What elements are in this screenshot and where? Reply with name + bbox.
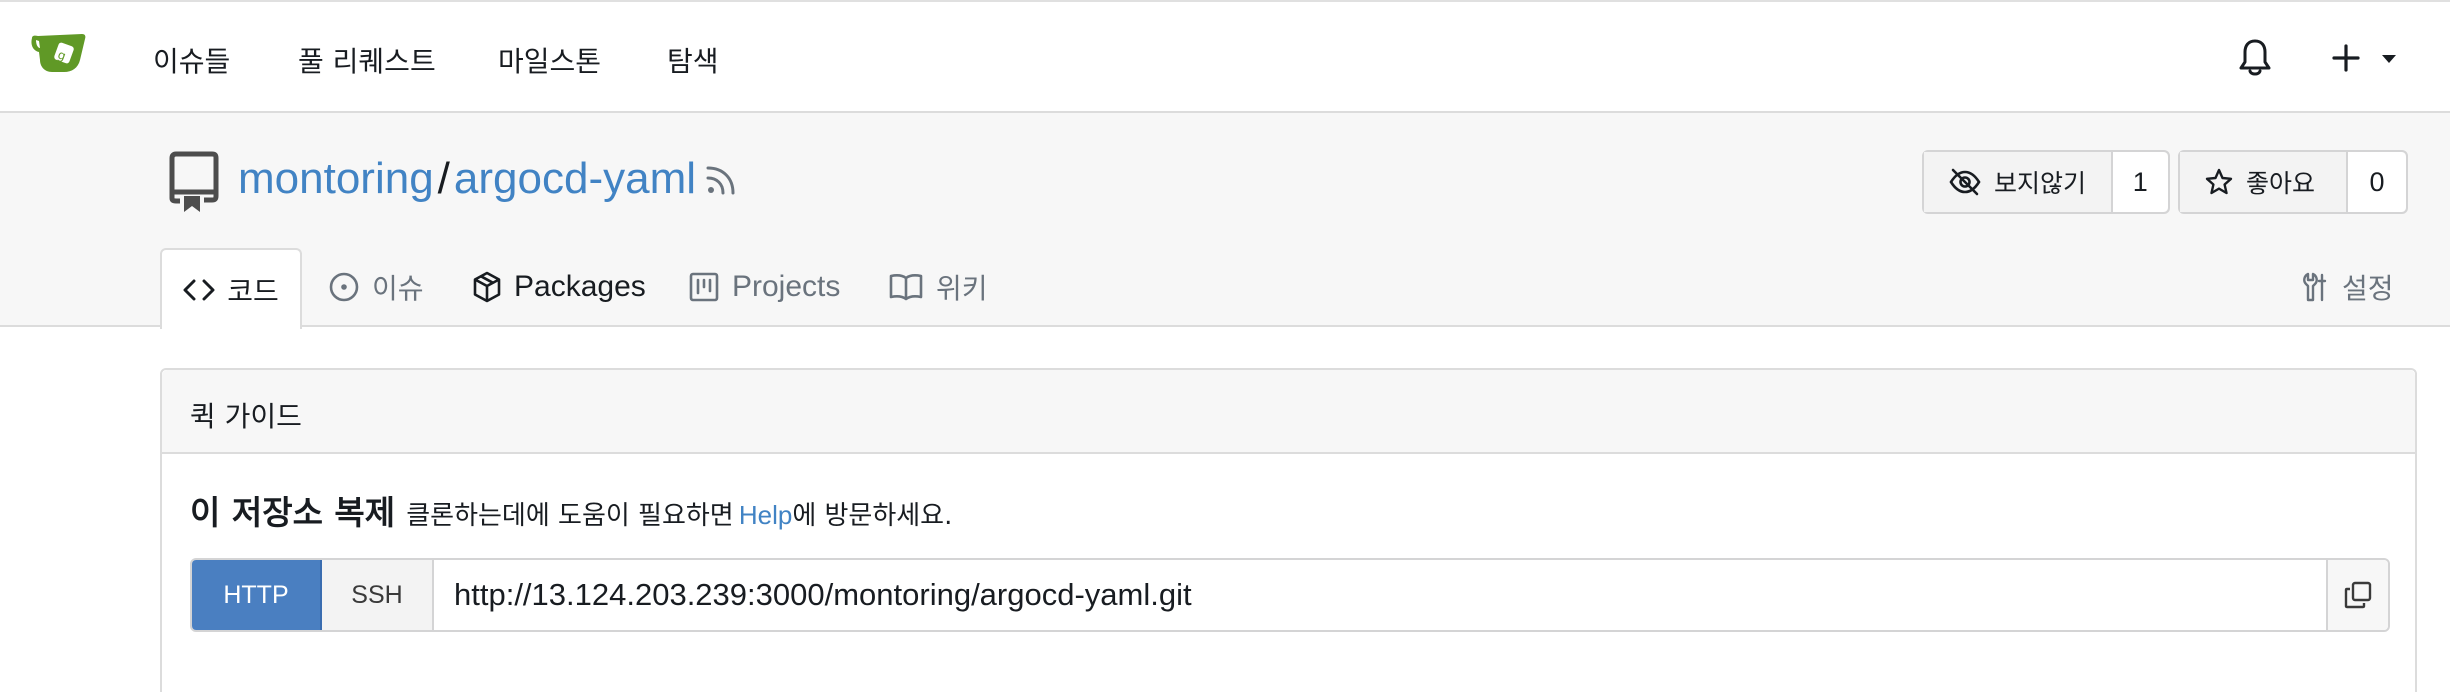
plus-icon bbox=[2332, 44, 2360, 72]
http-protocol-button[interactable]: HTTP bbox=[192, 560, 322, 630]
create-menu-button[interactable] bbox=[2330, 38, 2404, 78]
repo-owner-link[interactable]: montoring bbox=[238, 154, 434, 203]
star-button[interactable]: 좋아요 bbox=[2180, 152, 2348, 212]
clone-description-suffix: 에 방문하세요. bbox=[792, 501, 953, 531]
top-navbar: g 이슈들 풀 리퀘스트 마일스톤 탐색 bbox=[0, 0, 2450, 113]
nav-pull-requests-link[interactable]: 풀 리퀘스트 bbox=[298, 40, 436, 80]
clone-url-box: HTTP SSH http://13.124.203.239:3000/mont… bbox=[190, 558, 2390, 632]
clone-title: 이 저장소 복제 bbox=[190, 493, 396, 532]
tab-packages[interactable]: Packages bbox=[472, 247, 646, 327]
gitea-logo-icon[interactable]: g bbox=[30, 30, 92, 78]
star-button-group: 좋아요 0 bbox=[2178, 150, 2408, 214]
tab-wiki-label: 위키 bbox=[936, 272, 988, 305]
tools-icon bbox=[2303, 272, 2327, 302]
clone-url-input[interactable]: http://13.124.203.239:3000/montoring/arg… bbox=[434, 560, 2326, 630]
bell-icon[interactable] bbox=[2238, 38, 2272, 78]
rss-feed-icon[interactable] bbox=[704, 163, 736, 197]
nav-issues-link[interactable]: 이슈들 bbox=[153, 40, 230, 80]
unwatch-button[interactable]: 보지않기 bbox=[1924, 152, 2113, 212]
book-icon bbox=[889, 274, 923, 301]
tab-projects[interactable]: Projects bbox=[688, 247, 840, 327]
quick-guide-header: 퀵 가이드 bbox=[162, 370, 2415, 454]
tab-issues[interactable]: 이슈 bbox=[328, 247, 424, 327]
eye-slash-icon bbox=[1949, 168, 1981, 196]
help-link[interactable]: Help bbox=[739, 500, 792, 530]
issue-opened-icon bbox=[329, 272, 359, 302]
nav-explore-link[interactable]: 탐색 bbox=[667, 40, 719, 80]
star-icon bbox=[2205, 168, 2233, 195]
repo-title-separator: / bbox=[437, 154, 450, 203]
tab-settings-label: 설정 bbox=[2342, 272, 2394, 305]
copy-icon bbox=[2344, 581, 2372, 609]
clone-description: 클론하는데에 도움이 필요하면 bbox=[406, 501, 734, 531]
repo-name-link[interactable]: argocd-yaml bbox=[454, 154, 696, 203]
star-label: 좋아요 bbox=[2246, 169, 2316, 198]
watchers-count[interactable]: 1 bbox=[2112, 152, 2168, 212]
copy-url-button[interactable] bbox=[2326, 560, 2388, 630]
clone-instructions: 이 저장소 복제 클론하는데에 도움이 필요하면 Help에 방문하세요. bbox=[190, 486, 952, 534]
quick-guide-title: 퀵 가이드 bbox=[190, 400, 302, 433]
package-icon bbox=[473, 271, 501, 303]
stars-count[interactable]: 0 bbox=[2348, 152, 2406, 212]
repo-icon bbox=[168, 150, 220, 214]
caret-down-icon bbox=[2382, 55, 2396, 63]
tab-wiki[interactable]: 위키 bbox=[888, 247, 988, 327]
tab-packages-label: Packages bbox=[514, 270, 646, 303]
ssh-protocol-button[interactable]: SSH bbox=[322, 560, 434, 630]
tab-issues-label: 이슈 bbox=[372, 272, 424, 305]
project-board-icon bbox=[689, 272, 719, 302]
tab-code[interactable]: 코드 bbox=[160, 248, 302, 329]
repo-title: montoring/argocd-yaml bbox=[238, 154, 696, 204]
quick-guide-panel: 퀵 가이드 이 저장소 복제 클론하는데에 도움이 필요하면 Help에 방문하… bbox=[160, 368, 2417, 692]
tab-settings[interactable]: 설정 bbox=[2300, 247, 2394, 327]
watch-button-group: 보지않기 1 bbox=[1922, 150, 2170, 214]
tab-projects-label: Projects bbox=[732, 270, 841, 303]
unwatch-label: 보지않기 bbox=[1994, 169, 2087, 198]
code-icon bbox=[183, 279, 215, 300]
nav-milestones-link[interactable]: 마일스톤 bbox=[498, 40, 601, 80]
tab-code-label: 코드 bbox=[227, 274, 279, 308]
